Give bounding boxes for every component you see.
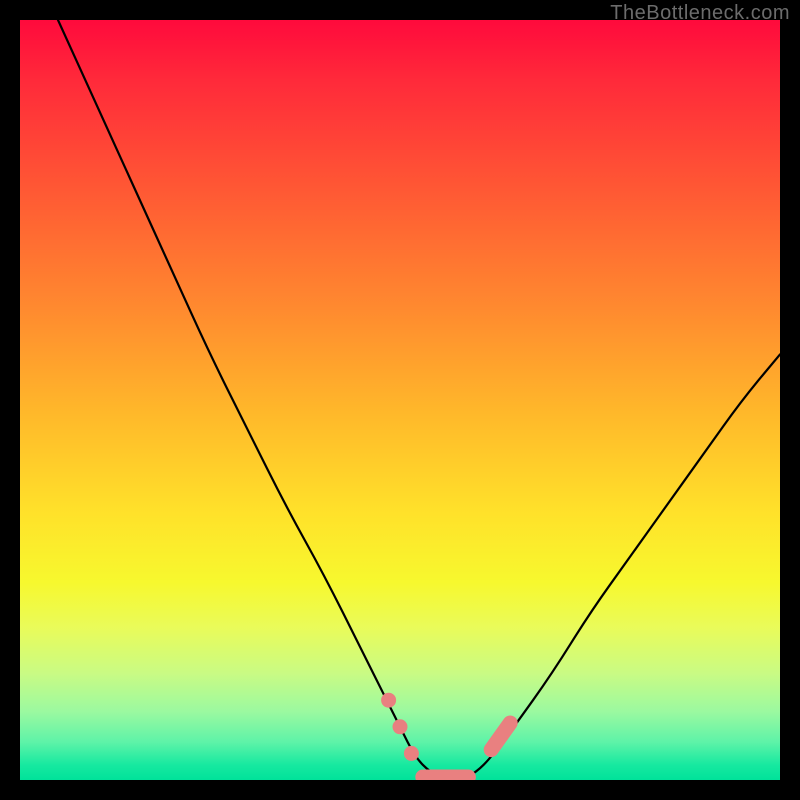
chart-frame: TheBottleneck.com (0, 0, 800, 800)
plot-area (20, 20, 780, 780)
right-cluster (491, 723, 510, 750)
left-cluster-point (381, 693, 396, 708)
bottleneck-curve (20, 20, 780, 780)
left-cluster-point (393, 719, 408, 734)
left-cluster-point (404, 746, 419, 761)
